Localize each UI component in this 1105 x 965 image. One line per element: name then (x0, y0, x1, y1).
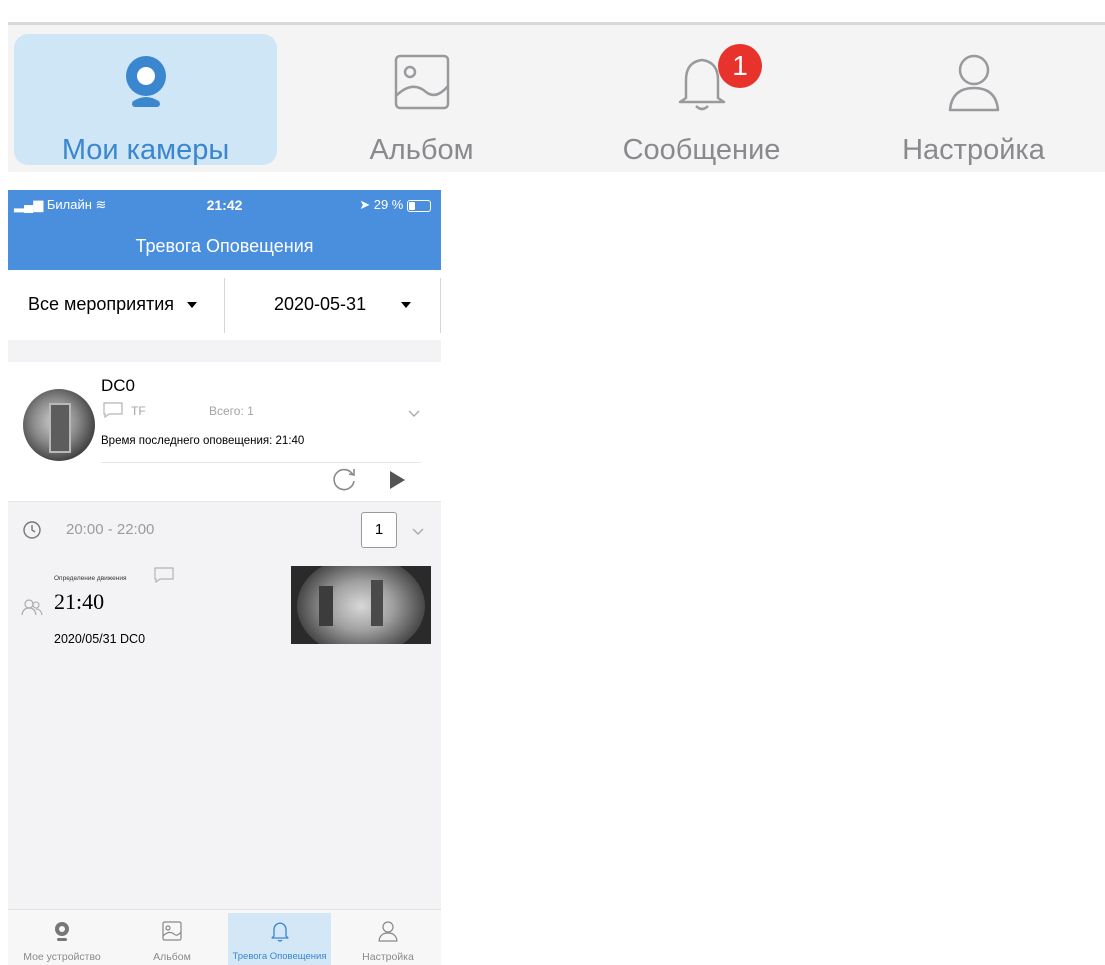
event-type: Определение движения (54, 575, 127, 582)
top-tab-bar: Мои камеры Альбом 1 Сообщение Настройка (0, 0, 1105, 172)
device-meta: TF Всего: 1 (103, 402, 254, 421)
tab-label: Мое устройство (23, 951, 101, 963)
person-icon (948, 54, 999, 112)
page-title: Тревога Оповещения (135, 236, 314, 256)
phone-screen: ▂▄▆ Билайн ≋ 21:42 ➤ 29 % Тревога Оповещ… (8, 190, 441, 965)
tab-label: Настройка (362, 951, 414, 963)
bell-icon (270, 922, 289, 942)
event-date-device: 2020/05/31 DC0 (54, 632, 146, 646)
top-tab-label: Сообщение (622, 134, 781, 166)
play-icon[interactable] (388, 470, 406, 490)
unread-badge: 1 (718, 44, 762, 88)
caret-down-icon (401, 302, 412, 309)
caret-down-icon (187, 302, 198, 309)
device-avatar (23, 389, 95, 461)
comment-icon (154, 567, 174, 583)
empty-content (8, 651, 441, 909)
tab-label: Тревога Оповещения (232, 951, 327, 962)
event-time: 21:40 (54, 589, 105, 614)
album-icon (394, 54, 449, 110)
bottom-tab-bar: Мое устройство Альбом Тревога Оповещения… (8, 909, 441, 965)
card-divider (101, 462, 421, 463)
tab-album[interactable]: Альбом (120, 913, 224, 965)
event-thumbnail[interactable] (291, 566, 431, 644)
camera-icon (55, 922, 69, 941)
filter-right-border (440, 278, 441, 333)
date-filter-dropdown[interactable]: 2020-05-31 (274, 294, 412, 315)
tab-my-device[interactable]: Мое устройство (8, 913, 116, 965)
top-tab-label: Мои камеры (61, 134, 230, 166)
event-item[interactable]: Определение движения 21:40 2020/05/31 DC… (8, 557, 441, 651)
album-icon (162, 921, 182, 941)
top-tab-messages[interactable]: 1 Сообщение (570, 34, 833, 166)
filter-row: Все мероприятия 2020-05-31 (8, 270, 441, 340)
top-tab-album[interactable]: Альбом (290, 34, 553, 166)
device-name: DC0 (101, 376, 136, 395)
storage-type: TF (131, 404, 146, 418)
camera-icon (125, 56, 166, 107)
person-icon (378, 921, 398, 942)
device-card[interactable]: DC0 TF Всего: 1 Время последнего оповеще… (8, 362, 441, 501)
chevron-down-icon[interactable] (411, 524, 425, 538)
people-icon (21, 599, 43, 616)
tab-settings[interactable]: Настройка (335, 913, 441, 965)
top-tab-label: Настройка (902, 134, 1045, 166)
header: ▂▄▆ Билайн ≋ 21:42 ➤ 29 % Тревога Оповещ… (8, 190, 441, 270)
battery-icon (407, 199, 431, 212)
top-tab-label: Альбом (369, 134, 474, 166)
event-filter-dropdown[interactable]: Все мероприятия (28, 294, 198, 315)
tab-label: Альбом (153, 951, 191, 963)
time-group-row[interactable]: 20:00 - 22:00 1 (8, 501, 441, 558)
alert-total: Всего: 1 (209, 404, 254, 418)
clock-icon (23, 521, 41, 539)
refresh-icon[interactable] (331, 466, 357, 492)
filter-divider (224, 278, 225, 333)
event-count: 1 (361, 512, 397, 548)
chevron-down-icon[interactable] (407, 406, 421, 420)
comment-icon (103, 402, 123, 419)
top-tab-my-cameras[interactable]: Мои камеры (14, 34, 277, 166)
tab-alarm-notifications[interactable]: Тревога Оповещения (228, 913, 331, 965)
last-alert-time: Время последнего оповещения: 21:40 (101, 435, 305, 447)
location-icon: ➤ (359, 197, 371, 212)
battery-status: ➤ 29 % (359, 197, 431, 213)
top-tab-settings[interactable]: Настройка (842, 34, 1105, 166)
time-range: 20:00 - 22:00 (66, 521, 155, 538)
